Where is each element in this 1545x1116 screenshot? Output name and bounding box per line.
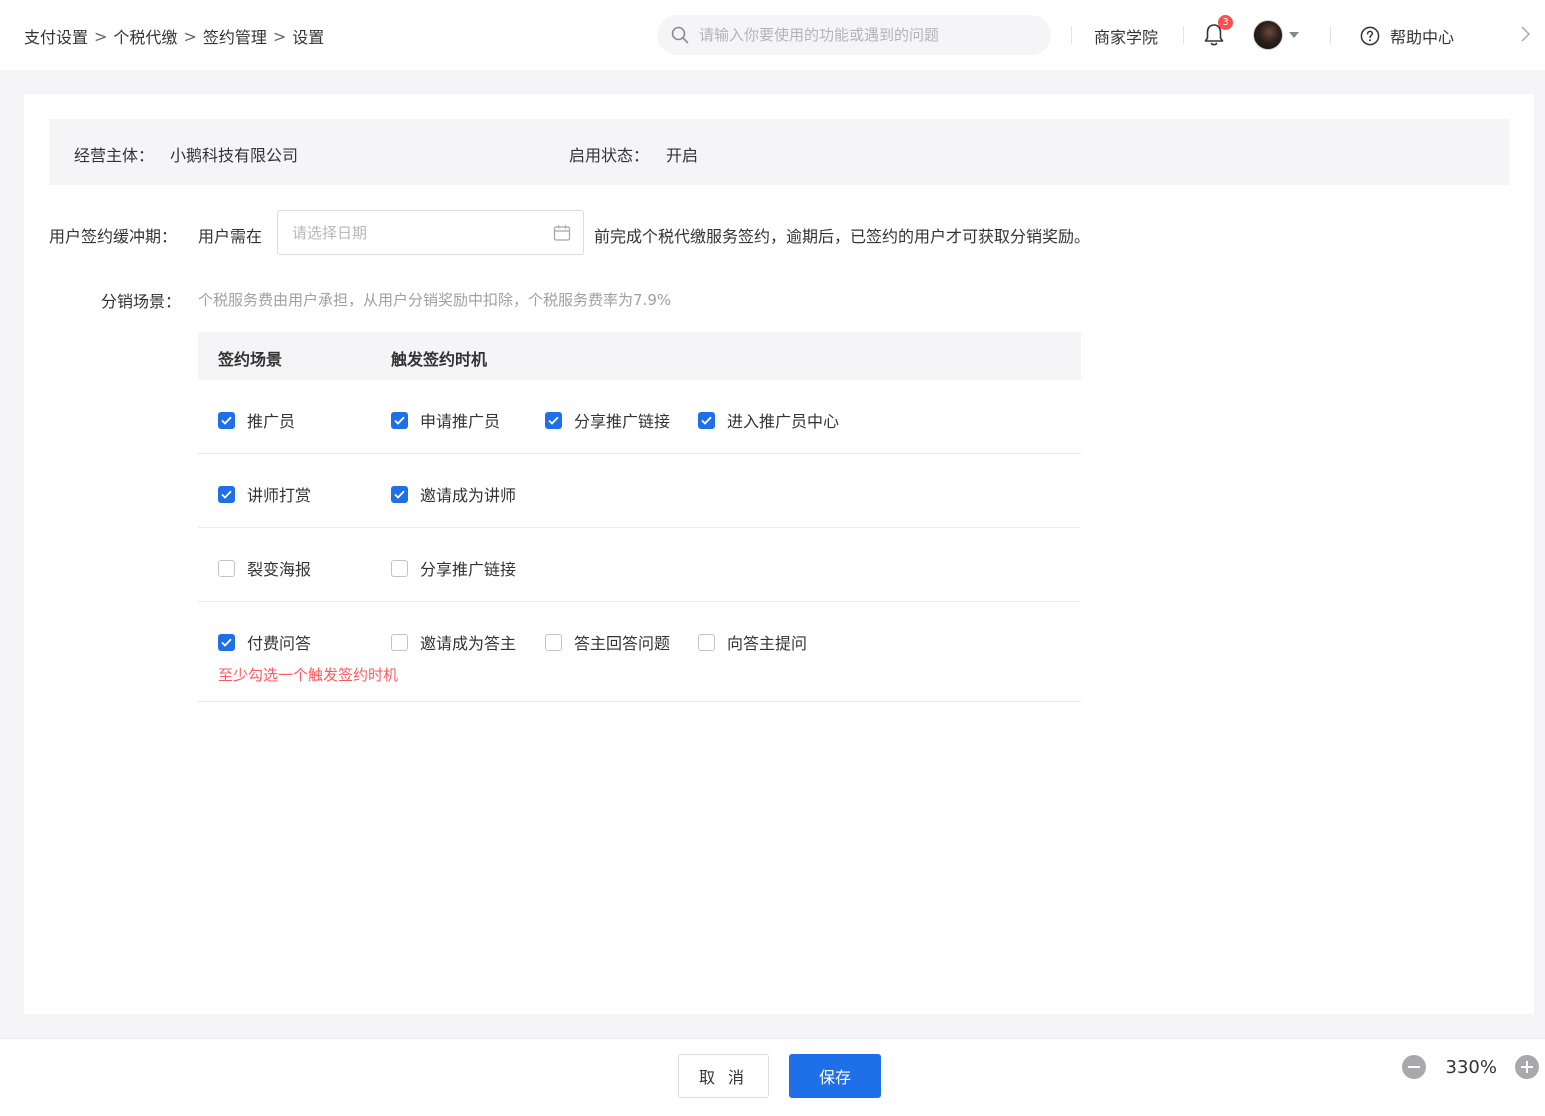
table-row: 付费问答 邀请成为答主 答主回答问题 向答主提问至少勾选一个触发签约时机 xyxy=(198,602,1081,702)
checkbox[interactable] xyxy=(698,633,715,651)
column-header-trigger: 触发签约时机 xyxy=(391,350,488,369)
trigger-checkbox[interactable]: 申请推广员 xyxy=(391,408,500,432)
check-icon xyxy=(221,416,232,425)
status-value: 开启 xyxy=(666,146,699,165)
checkbox[interactable] xyxy=(698,411,715,429)
check-icon xyxy=(394,490,405,499)
trigger-checkbox[interactable]: 进入推广员中心 xyxy=(698,408,839,432)
checkbox-label: 答主回答问题 xyxy=(574,634,671,653)
table-header: 签约场景 触发签约时机 xyxy=(198,332,1081,380)
table-row: 推广员 申请推广员 分享推广链接 进入推广员中心 xyxy=(198,380,1081,454)
table-row: 裂变海报 分享推广链接 xyxy=(198,528,1081,602)
divider xyxy=(1183,26,1184,44)
checkbox[interactable] xyxy=(545,411,562,429)
zoom-control: 330% xyxy=(1401,1055,1539,1079)
date-input[interactable] xyxy=(292,223,532,242)
checkbox-label: 推广员 xyxy=(247,412,296,431)
checkbox-label: 分享推广链接 xyxy=(420,560,517,579)
divider xyxy=(1330,26,1331,44)
search-icon xyxy=(671,26,689,44)
breadcrumb-separator: > xyxy=(183,26,197,46)
zoom-out-icon[interactable] xyxy=(1401,1055,1426,1079)
entity-value: 小鹅科技有限公司 xyxy=(170,146,299,165)
checkbox-label: 进入推广员中心 xyxy=(727,412,840,431)
date-picker[interactable] xyxy=(277,210,584,255)
checkbox[interactable] xyxy=(391,411,408,429)
checkbox-label: 邀请成为答主 xyxy=(420,634,517,653)
settings-card: 经营主体： 小鹅科技有限公司 启用状态： 开启 用户签约缓冲期： 用户需在 前完… xyxy=(24,94,1534,1014)
checkbox[interactable] xyxy=(545,633,562,651)
chevron-right-icon[interactable] xyxy=(1519,24,1531,44)
avatar[interactable] xyxy=(1253,20,1283,50)
zoom-in-icon[interactable] xyxy=(1515,1055,1539,1079)
checkbox-label: 讲师打赏 xyxy=(247,486,312,505)
trigger-checkbox[interactable]: 分享推广链接 xyxy=(545,408,670,432)
breadcrumb-item-current: 设置 xyxy=(292,28,325,47)
merchant-academy-link[interactable]: 商家学院 xyxy=(1094,24,1158,48)
scene-checkbox[interactable]: 付费问答 xyxy=(218,630,311,654)
checkbox-label: 分享推广链接 xyxy=(574,412,671,431)
checkbox-label: 付费问答 xyxy=(247,634,312,653)
search-input[interactable] xyxy=(699,26,1019,44)
scene-checkbox[interactable]: 讲师打赏 xyxy=(218,482,311,506)
breadcrumb-separator: > xyxy=(94,26,108,46)
checkbox-label: 邀请成为讲师 xyxy=(420,486,517,505)
check-icon xyxy=(701,416,712,425)
checkbox[interactable] xyxy=(218,485,235,503)
entity-label: 经营主体： xyxy=(74,146,155,165)
check-icon xyxy=(394,416,405,425)
checkbox-label: 向答主提问 xyxy=(727,634,808,653)
checkbox-label: 裂变海报 xyxy=(247,560,312,579)
notification-badge: 3 xyxy=(1218,15,1233,30)
contract-scene-table: 签约场景 触发签约时机 推广员 申请推广员 分享推广链接 进入推广员中心 讲师打赏 邀请成… xyxy=(198,332,1081,702)
trigger-checkbox[interactable]: 答主回答问题 xyxy=(545,630,670,654)
trigger-checkbox[interactable]: 邀请成为答主 xyxy=(391,630,516,654)
checkbox[interactable] xyxy=(391,633,408,651)
checkbox[interactable] xyxy=(218,633,235,651)
top-header: 支付设置 > 个税代缴 > 签约管理 > 设置 商家学院 3 帮助中心 xyxy=(0,0,1545,70)
check-icon xyxy=(221,638,232,647)
checkbox-label: 申请推广员 xyxy=(420,412,501,431)
zoom-level: 330% xyxy=(1445,1056,1497,1078)
footer-bar: 取 消 保存 330% xyxy=(0,1038,1545,1116)
check-icon xyxy=(548,416,559,425)
validation-error: 至少勾选一个触发签约时机 xyxy=(218,666,399,684)
breadcrumb-item-contract[interactable]: 签约管理 xyxy=(203,24,267,48)
breadcrumb-separator: > xyxy=(272,26,287,46)
column-header-scene: 签约场景 xyxy=(218,350,283,369)
scene-checkbox[interactable]: 裂变海报 xyxy=(218,556,311,580)
check-icon xyxy=(221,490,232,499)
trigger-checkbox[interactable]: 分享推广链接 xyxy=(391,556,516,580)
breadcrumb: 支付设置 > 个税代缴 > 签约管理 > 设置 xyxy=(24,24,324,48)
checkbox[interactable] xyxy=(218,559,235,577)
breadcrumb-item-tax[interactable]: 个税代缴 xyxy=(113,24,177,48)
help-icon xyxy=(1360,26,1380,46)
global-search[interactable] xyxy=(657,15,1051,55)
help-center-link[interactable]: 帮助中心 xyxy=(1360,24,1454,48)
help-center-label: 帮助中心 xyxy=(1390,28,1455,47)
divider xyxy=(1071,26,1072,44)
calendar-icon[interactable] xyxy=(553,224,571,242)
save-button[interactable]: 保存 xyxy=(789,1054,881,1098)
table-row: 讲师打赏 邀请成为讲师 xyxy=(198,454,1081,528)
checkbox[interactable] xyxy=(391,559,408,577)
trigger-checkbox[interactable]: 邀请成为讲师 xyxy=(391,482,516,506)
checkbox[interactable] xyxy=(391,485,408,503)
buffer-prefix: 用户需在 xyxy=(198,227,263,246)
breadcrumb-item-pay-settings[interactable]: 支付设置 xyxy=(24,24,88,48)
caret-down-icon[interactable] xyxy=(1289,32,1299,38)
checkbox[interactable] xyxy=(218,411,235,429)
buffer-suffix: 前完成个税代缴服务签约，逾期后，已签约的用户才可获取分销奖励。 xyxy=(594,227,1091,246)
status-label: 启用状态： xyxy=(569,146,650,165)
info-bar: 经营主体： 小鹅科技有限公司 启用状态： 开启 xyxy=(49,119,1509,185)
scene-checkbox[interactable]: 推广员 xyxy=(218,408,295,432)
trigger-checkbox[interactable]: 向答主提问 xyxy=(698,630,807,654)
scene-hint: 个税服务费由用户承担，从用户分销奖励中扣除，个税服务费率为7.9% xyxy=(198,291,672,309)
buffer-label: 用户签约缓冲期： xyxy=(49,227,178,246)
scene-label: 分销场景： xyxy=(101,292,182,311)
cancel-button[interactable]: 取 消 xyxy=(678,1054,769,1098)
